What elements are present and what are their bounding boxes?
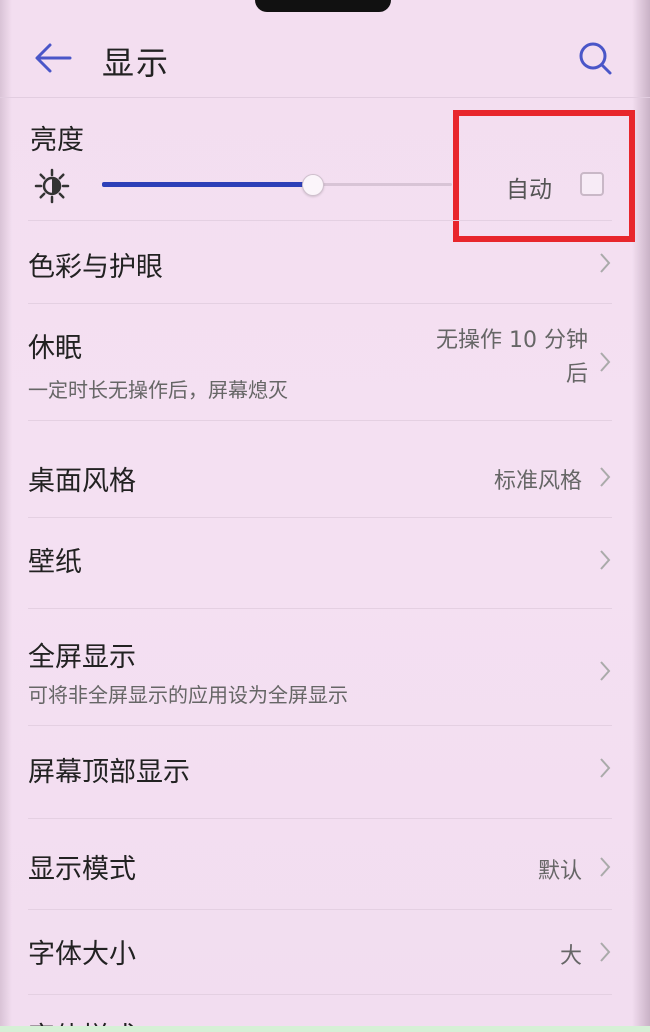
auto-brightness-checkbox[interactable] (580, 172, 604, 196)
brightness-label: 亮度 (30, 125, 84, 156)
chevron-right-icon (600, 758, 611, 778)
chevron-right-icon (600, 352, 611, 372)
header-divider (0, 97, 650, 98)
chevron-right-icon (600, 661, 611, 681)
row-fullscreen-display[interactable]: 全屏显示 可将非全屏显示的应用设为全屏显示 (0, 609, 650, 725)
row-subtitle: 可将非全屏显示的应用设为全屏显示 (28, 683, 348, 707)
camera-notch (255, 0, 391, 12)
chevron-right-icon (600, 550, 611, 570)
chevron-right-icon (600, 942, 611, 962)
row-title: 字体大小 (28, 939, 136, 970)
row-title: 色彩与护眼 (28, 252, 163, 283)
sleep-value-line1: 无操作 10 分钟 (436, 328, 588, 353)
row-title: 桌面风格 (28, 466, 136, 497)
row-title: 休眠 (28, 333, 82, 364)
search-icon (579, 42, 612, 75)
settings-screen: 显示 亮度 自动 色彩与护眼 休眠 一定时长无操作后，屏幕熄灭 无操作 10 分… (0, 0, 650, 1032)
row-sleep[interactable]: 休眠 一定时长无操作后，屏幕熄灭 无操作 10 分钟 后 (0, 304, 650, 420)
page-title: 显示 (102, 44, 171, 82)
chevron-right-icon (600, 857, 611, 877)
row-title: 显示模式 (28, 854, 136, 885)
brightness-section: 亮度 自动 (0, 110, 650, 220)
bottom-edge (0, 1026, 650, 1032)
row-title: 全屏显示 (28, 642, 136, 673)
search-button[interactable] (572, 36, 618, 82)
app-header: 显示 (0, 18, 650, 98)
chevron-right-icon (600, 253, 611, 273)
row-value: 标准风格 (493, 469, 582, 494)
row-value: 默认 (537, 859, 582, 884)
row-screen-top-display[interactable]: 屏幕顶部显示 (0, 726, 650, 818)
brightness-slider-thumb[interactable] (302, 174, 324, 196)
row-desktop-style[interactable]: 桌面风格 标准风格 (0, 421, 650, 517)
sleep-value: 无操作 10 分钟 后 (404, 324, 588, 392)
brightness-slider-fill (102, 182, 312, 187)
row-color-eye-comfort[interactable]: 色彩与护眼 (0, 221, 650, 303)
brightness-sun-icon (34, 168, 70, 204)
row-wallpaper[interactable]: 壁纸 (0, 518, 650, 608)
row-title: 壁纸 (28, 547, 82, 578)
row-display-mode[interactable]: 显示模式 默认 (0, 819, 650, 909)
row-title: 屏幕顶部显示 (28, 757, 190, 788)
row-subtitle: 一定时长无操作后，屏幕熄灭 (28, 378, 288, 402)
brightness-slider[interactable] (102, 172, 452, 200)
row-font-size[interactable]: 字体大小 大 (0, 910, 650, 994)
auto-brightness-label: 自动 (506, 177, 552, 203)
back-button[interactable] (30, 38, 74, 78)
arrow-left-icon (35, 43, 72, 73)
row-value: 大 (559, 944, 582, 969)
sleep-value-line2: 后 (565, 362, 588, 387)
chevron-right-icon (600, 467, 611, 487)
